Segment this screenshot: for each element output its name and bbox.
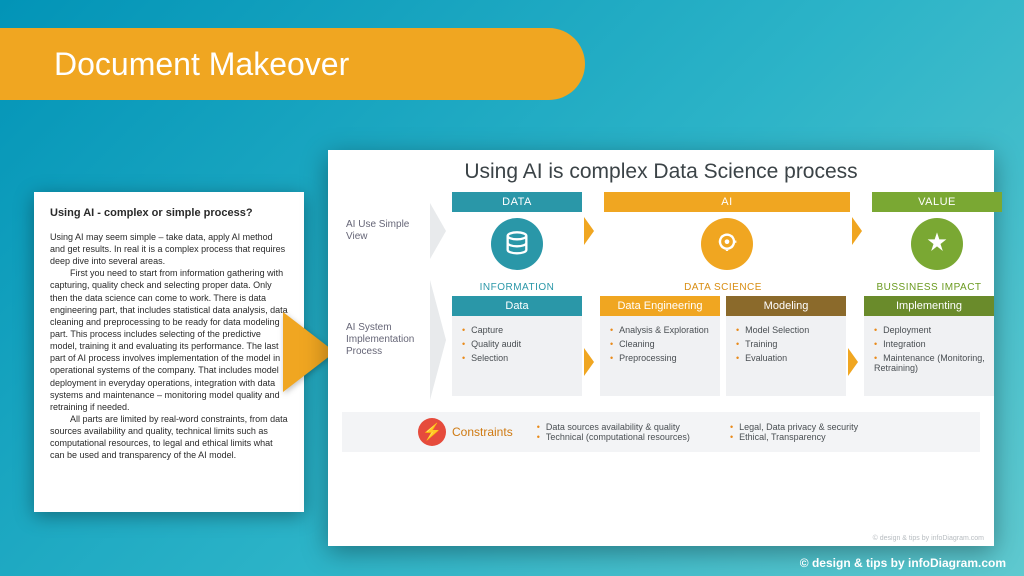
list-item: Preprocessing [610, 353, 712, 364]
row-label-text: AI System Implementation Process [346, 322, 424, 358]
chevron-right-icon [584, 348, 594, 376]
row-label-simple: AI Use Simple View [342, 192, 438, 270]
section-head-information: INFORMATION [452, 280, 582, 296]
col-information: INFORMATION Data Capture Quality audit S… [452, 280, 582, 400]
constraints-label: Constraints [452, 425, 513, 439]
cap-value: VALUE [872, 192, 1002, 212]
list-item: Capture [462, 325, 574, 336]
subbox-implementing: Deployment Integration Maintenance (Moni… [864, 316, 994, 396]
doc-paragraph: First you need to start from information… [50, 267, 288, 413]
list-item: Ethical, Transparency [730, 432, 858, 442]
col-value-simple: VALUE [872, 192, 1002, 270]
list-item: Maintenance (Monitoring, Retraining) [874, 353, 986, 375]
row-implementation: AI System Implementation Process INFORMA… [342, 280, 980, 400]
constraints-list-left: Data sources availability & quality Tech… [537, 422, 690, 442]
constraints-bar: ⚡ Constraints Data sources availability … [342, 412, 980, 452]
brain-head-icon [701, 218, 753, 270]
list-item: Integration [874, 339, 986, 350]
list-item: Model Selection [736, 325, 838, 336]
chevron-right-icon [584, 217, 594, 245]
list-item: Cleaning [610, 339, 712, 350]
cap-ai: AI [604, 192, 850, 212]
list-item: Analysis & Exploration [610, 325, 712, 336]
after-diagram: Using AI is complex Data Science process… [328, 150, 994, 546]
cap-data: DATA [452, 192, 582, 212]
subcap-data: Data [452, 296, 582, 316]
diagram-credit: © design & tips by infoDiagram.com [873, 535, 984, 542]
list-item: Legal, Data privacy & security [730, 422, 858, 432]
doc-paragraph: All parts are limited by real-word const… [50, 413, 288, 462]
page-title-text: Document Makeover [54, 46, 349, 83]
diagram-title: Using AI is complex Data Science process [342, 160, 980, 184]
subbox-data: Capture Quality audit Selection [452, 316, 582, 396]
chevron-right-icon [852, 217, 862, 245]
subcap-implementing: Implementing [864, 296, 994, 316]
chevron-right-icon [848, 348, 858, 376]
doc-paragraph: Using AI may seem simple – take data, ap… [50, 231, 288, 267]
constraints-list-right: Legal, Data privacy & security Ethical, … [730, 422, 858, 442]
row-simple-view: AI Use Simple View DATA AI VALUE [342, 192, 980, 270]
col-ai-simple: AI [604, 192, 850, 270]
database-icon [491, 218, 543, 270]
list-item: Evaluation [736, 353, 838, 364]
lightning-icon: ⚡ [418, 418, 446, 446]
stars-icon [911, 218, 963, 270]
col-business-impact: BUSSINESS IMPACT Implementing Deployment… [864, 280, 994, 400]
section-head-impact: BUSSINESS IMPACT [864, 280, 994, 296]
list-item: Quality audit [462, 339, 574, 350]
list-item: Training [736, 339, 838, 350]
page-title: Document Makeover [0, 28, 585, 100]
col-modeling: Modeling Model Selection Training Evalua… [726, 296, 846, 396]
subbox-engineering: Analysis & Exploration Cleaning Preproce… [600, 316, 720, 396]
col-engineering: Data Engineering Analysis & Exploration … [600, 296, 720, 396]
slide-credit: © design & tips by infoDiagram.com [800, 556, 1006, 570]
subcap-engineering: Data Engineering [600, 296, 720, 316]
col-data-simple: DATA [452, 192, 582, 270]
col-datascience: DATA SCIENCE Data Engineering Analysis &… [600, 280, 846, 400]
list-item: Selection [462, 353, 574, 364]
subcap-modeling: Modeling [726, 296, 846, 316]
before-document: Using AI - complex or simple process? Us… [34, 192, 304, 512]
doc-heading: Using AI - complex or simple process? [50, 206, 288, 221]
subbox-modeling: Model Selection Training Evaluation [726, 316, 846, 396]
list-item: Technical (computational resources) [537, 432, 690, 442]
row-label-text: AI Use Simple View [346, 219, 424, 243]
list-item: Data sources availability & quality [537, 422, 690, 432]
section-head-datascience: DATA SCIENCE [600, 280, 846, 296]
list-item: Deployment [874, 325, 986, 336]
row-label-implementation: AI System Implementation Process [342, 280, 438, 400]
